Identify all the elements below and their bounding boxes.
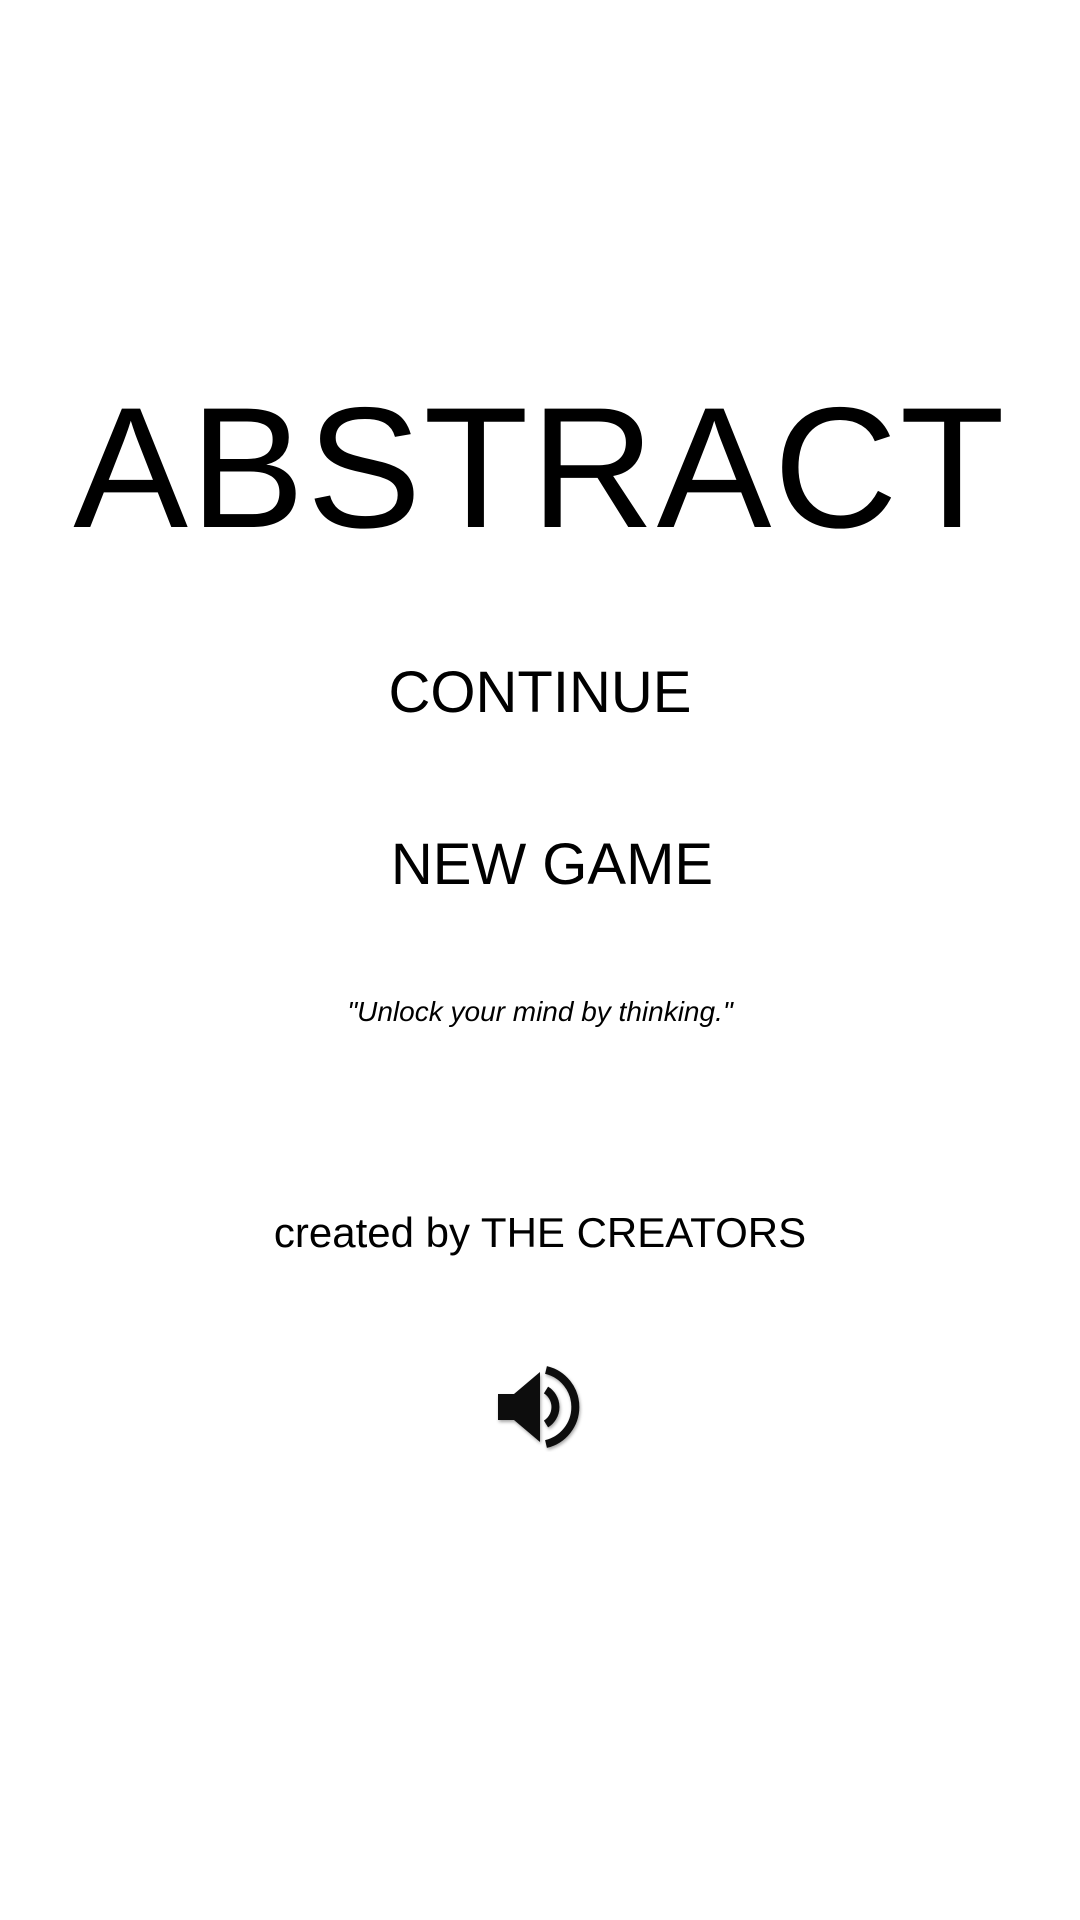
new-game-button[interactable]: NEW GAME: [12, 830, 1080, 900]
continue-button[interactable]: CONTINUE: [0, 658, 1080, 728]
sound-toggle-button[interactable]: [496, 1362, 586, 1452]
credits-text: created by THE CREATORS: [273, 1209, 807, 1256]
game-title: ABSTRACT: [73, 372, 1007, 564]
speaker-volume-icon: [498, 1366, 580, 1448]
tagline: "Unlock your mind by thinking.": [347, 996, 733, 1027]
